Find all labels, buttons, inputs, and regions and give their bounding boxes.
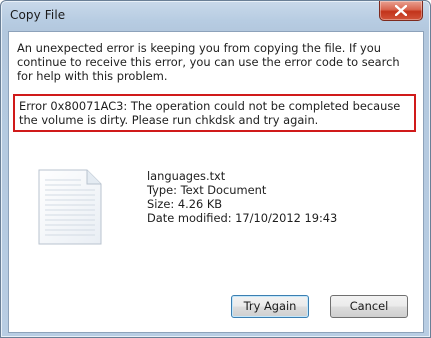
try-again-button[interactable]: Try Again <box>231 295 309 318</box>
title-bar[interactable]: Copy File <box>1 1 430 31</box>
file-size: Size: 4.26 KB <box>147 197 223 211</box>
file-name: languages.txt <box>147 169 226 183</box>
cancel-label: Cancel <box>349 299 389 313</box>
dialog-content: An unexpected error is keeping you from … <box>8 31 424 333</box>
close-icon <box>395 5 407 16</box>
error-code-highlight: Error 0x80071AC3: The operation could no… <box>13 94 416 132</box>
file-date-modified: Date modified: 17/10/2012 19:43 <box>147 211 338 225</box>
copy-file-dialog: Copy File An unexpected error is keeping… <box>0 0 431 338</box>
file-type: Type: Text Document <box>147 183 267 197</box>
window-title: Copy File <box>10 8 66 22</box>
cancel-button[interactable]: Cancel <box>330 295 408 318</box>
try-again-label: Try Again <box>243 299 297 313</box>
error-message: An unexpected error is keeping you from … <box>17 41 400 83</box>
text-document-icon <box>37 168 103 246</box>
close-button[interactable] <box>379 1 423 21</box>
error-code-text: Error 0x80071AC3: The operation could no… <box>19 99 401 127</box>
file-details: languages.txt Type: Text Document Size: … <box>147 169 337 225</box>
